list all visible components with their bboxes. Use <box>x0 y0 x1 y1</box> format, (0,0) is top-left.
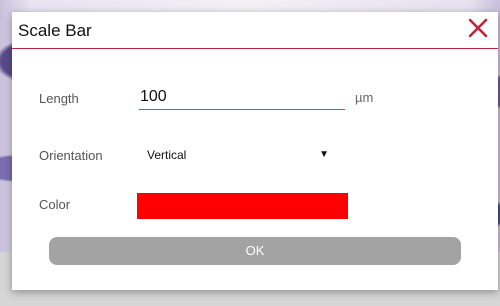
color-swatch[interactable] <box>137 193 348 219</box>
orientation-select[interactable]: Vertical ▼ <box>147 145 329 165</box>
orientation-value: Vertical <box>147 148 187 162</box>
close-icon[interactable] <box>464 14 492 42</box>
close-icon-glyph <box>468 18 488 38</box>
color-label: Color <box>39 197 71 212</box>
orientation-label: Orientation <box>39 148 103 163</box>
dialog-title-bar: Scale Bar <box>12 12 498 49</box>
dialog-title: Scale Bar <box>18 21 92 40</box>
chevron-down-icon: ▼ <box>319 149 329 160</box>
length-input[interactable]: 100 <box>139 85 345 110</box>
scale-bar-dialog: Scale Bar Length 100 µm Orientation Vert… <box>12 12 498 290</box>
length-unit: µm <box>355 90 374 105</box>
ok-button[interactable]: OK <box>49 237 461 265</box>
length-label: Length <box>39 91 79 106</box>
